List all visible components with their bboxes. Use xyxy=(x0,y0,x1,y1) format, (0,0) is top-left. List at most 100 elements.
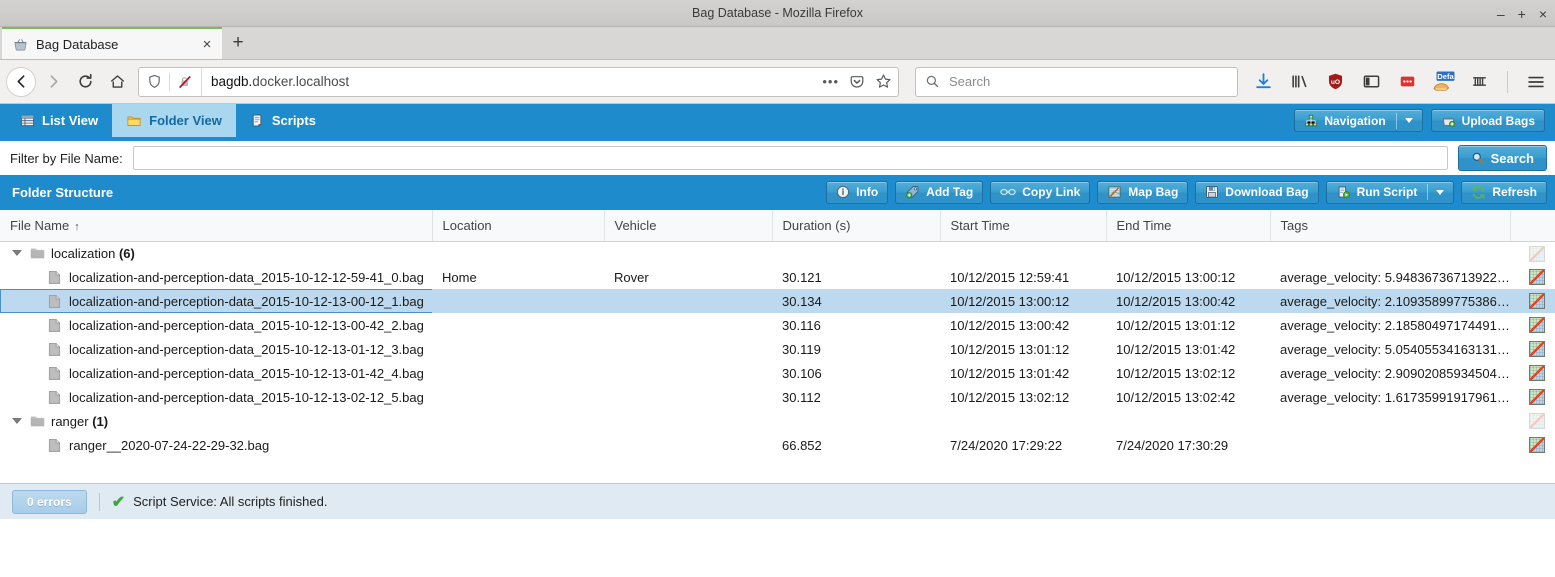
cell-file-name[interactable]: localization-and-perception-data_2015-10… xyxy=(0,289,432,313)
browser-tab[interactable]: Bag Database × xyxy=(2,27,222,59)
column-header-duration[interactable]: Duration (s) xyxy=(772,210,941,242)
chevron-down-icon[interactable] xyxy=(1404,118,1413,123)
download-icon[interactable] xyxy=(1250,69,1276,95)
close-window-button[interactable]: × xyxy=(1539,7,1547,21)
map-thumbnail-icon[interactable] xyxy=(1529,293,1545,310)
tab-scripts[interactable]: Scripts xyxy=(236,104,330,137)
site-identity-box[interactable] xyxy=(139,67,202,96)
table-row[interactable]: localization-and-perception-data_2015-10… xyxy=(0,385,1555,409)
column-header-vehicle[interactable]: Vehicle xyxy=(604,210,773,242)
pocket-icon[interactable] xyxy=(849,74,865,90)
file-node[interactable]: localization-and-perception-data_2015-10… xyxy=(0,366,424,381)
folder-structure-grid[interactable]: File Name ↑ Location Vehicle Duration (s)… xyxy=(0,208,1555,519)
cell-map[interactable] xyxy=(1510,289,1555,313)
upload-bags-button[interactable]: Upload Bags xyxy=(1430,109,1545,132)
filter-input[interactable] xyxy=(132,146,1448,170)
map-bag-button[interactable]: Map Bag xyxy=(1097,180,1189,204)
chevron-down-icon[interactable] xyxy=(1436,189,1445,195)
file-node[interactable]: localization-and-perception-data_2015-10… xyxy=(0,342,424,357)
table-row[interactable]: ranger (1) xyxy=(0,409,1555,433)
file-node[interactable]: localization-and-perception-data_2015-10… xyxy=(0,294,424,309)
cell-file-name[interactable]: localization-and-perception-data_2015-10… xyxy=(0,313,432,337)
column-header-file-name[interactable]: File Name ↑ xyxy=(0,210,433,242)
folder-node[interactable]: localization (6) xyxy=(0,246,422,261)
map-thumbnail-icon[interactable] xyxy=(1529,389,1545,406)
run-script-button[interactable]: Run Script xyxy=(1325,180,1455,204)
close-tab-icon[interactable]: × xyxy=(198,35,216,53)
folder-node[interactable]: ranger (1) xyxy=(0,414,422,429)
map-thumbnail-icon[interactable] xyxy=(1529,365,1545,382)
cell-file-name[interactable]: localization-and-perception-data_2015-10… xyxy=(0,385,432,409)
column-header-end-time[interactable]: End Time xyxy=(1106,210,1271,242)
search-bar[interactable]: Search xyxy=(915,66,1238,97)
map-thumbnail-icon[interactable] xyxy=(1529,245,1545,262)
cell-map[interactable] xyxy=(1510,241,1555,265)
cell-map[interactable] xyxy=(1510,337,1555,361)
cell-file-name[interactable]: ranger__2020-07-24-22-29-32.bag xyxy=(0,433,432,457)
cell-file-name[interactable]: localization-and-perception-data_2015-10… xyxy=(0,337,432,361)
cell-file-name[interactable]: localization (6) xyxy=(0,241,432,265)
sidebar-icon[interactable] xyxy=(1358,69,1384,95)
file-node[interactable]: localization-and-perception-data_2015-10… xyxy=(0,270,424,285)
search-button[interactable]: Search xyxy=(1457,145,1547,171)
tab-folder-view[interactable]: Folder View xyxy=(112,104,236,137)
cell-map[interactable] xyxy=(1510,409,1555,433)
url-bar[interactable]: bagdb.docker.localhost ••• xyxy=(138,66,899,97)
cell-file-name[interactable]: localization-and-perception-data_2015-10… xyxy=(0,361,432,385)
cell-start-time xyxy=(940,409,1106,433)
column-header-start-time[interactable]: Start Time xyxy=(940,210,1107,242)
table-row[interactable]: localization-and-perception-data_2015-10… xyxy=(0,265,1555,289)
expand-collapse-triangle-icon[interactable] xyxy=(12,250,22,257)
hamburger-menu-icon[interactable] xyxy=(1523,69,1549,95)
add-tag-button[interactable]: Add Tag xyxy=(895,180,984,204)
column-header-location[interactable]: Location xyxy=(432,210,605,242)
map-thumbnail-icon[interactable] xyxy=(1529,341,1545,358)
containers-icon[interactable] xyxy=(1466,69,1492,95)
shield-icon[interactable] xyxy=(147,74,162,89)
copy-link-button[interactable]: Copy Link xyxy=(990,180,1091,204)
cell-map[interactable] xyxy=(1510,265,1555,289)
back-button[interactable] xyxy=(6,66,36,97)
cell-map[interactable] xyxy=(1510,385,1555,409)
file-node[interactable]: localization-and-perception-data_2015-10… xyxy=(0,390,424,405)
default-profile-icon[interactable]: Defa xyxy=(1430,69,1456,95)
info-button[interactable]: Info xyxy=(826,180,889,204)
file-node[interactable]: localization-and-perception-data_2015-10… xyxy=(0,318,424,333)
errors-badge[interactable]: 0 errors xyxy=(12,489,87,514)
red-dots-addon-icon[interactable] xyxy=(1394,69,1420,95)
file-node[interactable]: ranger__2020-07-24-22-29-32.bag xyxy=(0,438,422,453)
cell-file-name[interactable]: ranger (1) xyxy=(0,409,432,433)
map-thumbnail-icon[interactable] xyxy=(1529,437,1545,454)
map-thumbnail-icon[interactable] xyxy=(1529,317,1545,334)
expand-collapse-triangle-icon[interactable] xyxy=(12,418,22,424)
navigation-button[interactable]: Navigation xyxy=(1294,109,1423,132)
cell-map[interactable] xyxy=(1510,313,1555,337)
map-thumbnail-icon[interactable] xyxy=(1529,413,1545,430)
cell-map[interactable] xyxy=(1510,361,1555,385)
table-row[interactable]: localization-and-perception-data_2015-10… xyxy=(0,313,1555,337)
reload-button[interactable] xyxy=(70,67,100,97)
table-row[interactable]: localization (6) xyxy=(0,241,1555,265)
table-row[interactable]: localization-and-perception-data_2015-10… xyxy=(0,289,1555,313)
tab-list-view[interactable]: List View xyxy=(6,104,112,137)
column-header-tags[interactable]: Tags xyxy=(1270,210,1511,242)
cell-map[interactable] xyxy=(1510,433,1555,457)
minimize-button[interactable]: – xyxy=(1497,7,1505,21)
forward-button[interactable] xyxy=(38,67,68,97)
new-tab-button[interactable]: + xyxy=(222,27,254,59)
refresh-button[interactable]: Refresh xyxy=(1461,180,1547,204)
home-button[interactable] xyxy=(102,67,132,97)
insecure-connection-icon[interactable] xyxy=(177,74,193,90)
table-row[interactable]: ranger__2020-07-24-22-29-32.bag 66.852 7/2… xyxy=(0,433,1555,457)
maximize-button[interactable]: + xyxy=(1518,7,1526,21)
download-bag-button[interactable]: Download Bag xyxy=(1195,180,1319,204)
library-icon[interactable] xyxy=(1286,69,1312,95)
map-thumbnail-icon[interactable] xyxy=(1529,269,1545,286)
table-row[interactable]: localization-and-perception-data_2015-10… xyxy=(0,337,1555,361)
page-actions-icon[interactable]: ••• xyxy=(822,75,839,88)
bookmark-star-icon[interactable] xyxy=(875,73,892,90)
ublock-origin-icon[interactable]: uO xyxy=(1322,69,1348,95)
table-row[interactable]: localization-and-perception-data_2015-10… xyxy=(0,361,1555,385)
cell-file-name[interactable]: localization-and-perception-data_2015-10… xyxy=(0,265,432,289)
url-text[interactable]: bagdb.docker.localhost xyxy=(211,74,822,89)
